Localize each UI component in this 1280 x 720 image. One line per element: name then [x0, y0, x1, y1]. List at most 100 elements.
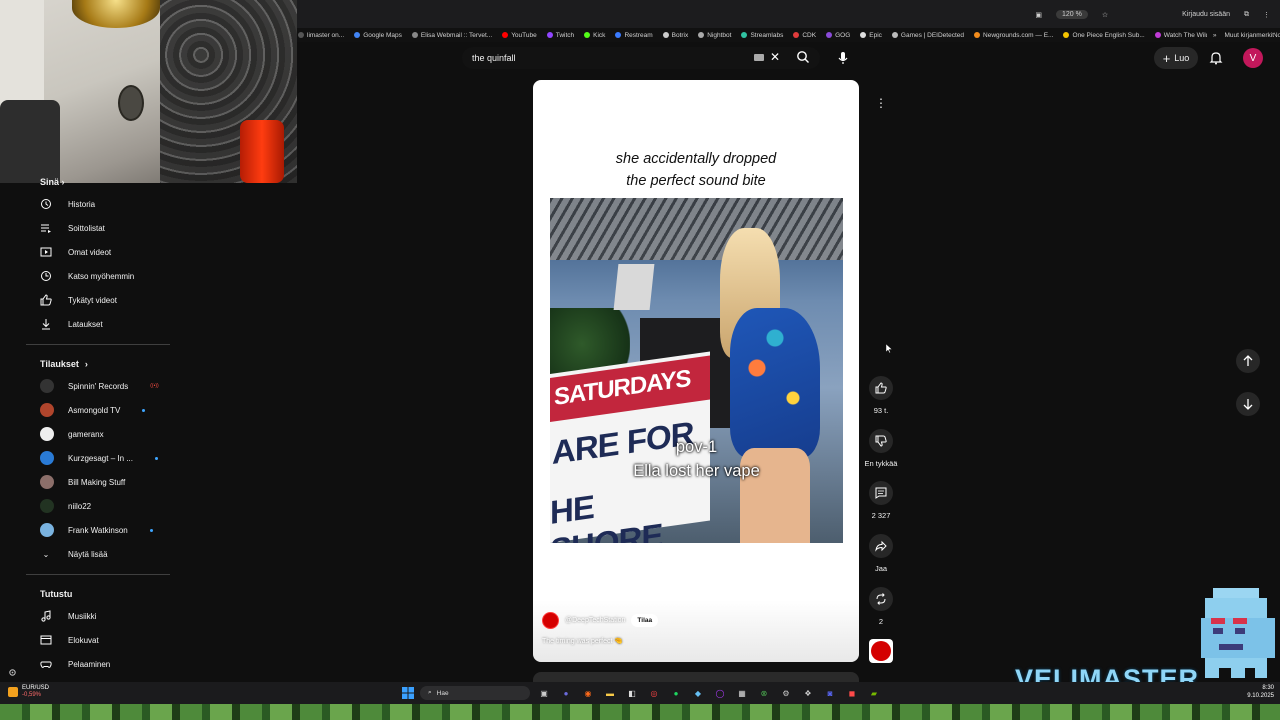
search-icon[interactable]: [796, 50, 810, 66]
sidebar-item[interactable]: Katso myöhemmin: [26, 264, 170, 288]
subscription-item[interactable]: Asmongold TV: [26, 398, 170, 422]
short-player[interactable]: she accidentally dropped the perfect sou…: [533, 80, 859, 662]
channel-row: @DeepTechStation Tilaa: [542, 612, 659, 629]
bookmark-item[interactable]: Restream: [615, 32, 653, 39]
task-view-icon[interactable]: ▣: [537, 686, 551, 700]
calculator-icon[interactable]: ▦: [735, 686, 749, 700]
steam-icon[interactable]: ◆: [691, 686, 705, 700]
bookmarks-overflow: » Muut kirjanmerkit: [1206, 28, 1274, 42]
subscription-item[interactable]: gameranx: [26, 422, 170, 446]
chevron-right-icon[interactable]: »: [1213, 32, 1217, 39]
channel-avatar[interactable]: [542, 612, 559, 629]
bookmark-item[interactable]: Games | DEIDetected: [891, 32, 964, 39]
bookmark-favicon-icon: [1063, 32, 1070, 38]
comments-button[interactable]: [869, 481, 893, 505]
next-short-button[interactable]: [1236, 392, 1260, 416]
subscription-item[interactable]: niilo22: [26, 494, 170, 518]
taskbar-search[interactable]: ⌕ Hae: [420, 686, 530, 700]
clear-search-icon[interactable]: ✕: [770, 50, 780, 64]
keyboard-icon[interactable]: [754, 54, 764, 61]
create-button[interactable]: + Luo: [1154, 47, 1198, 69]
bookmark-favicon-icon: [502, 32, 509, 38]
sidebar-item[interactable]: Musiikki: [26, 604, 170, 628]
bookmark-label: Elisa Webmail :: Tervet...: [420, 31, 493, 39]
sidebar-item[interactable]: Omat videot: [26, 240, 170, 264]
sidebar-item[interactable]: Historia: [26, 192, 170, 216]
discord-icon[interactable]: ◙: [823, 686, 837, 700]
bookmark-item[interactable]: GOG: [826, 32, 850, 39]
bookmark-item[interactable]: Google Maps: [354, 32, 402, 39]
sidebar-item[interactable]: Elokuvat: [26, 628, 170, 652]
sidebar-item[interactable]: Tykätyt videot: [26, 288, 170, 312]
sidebar-item-label: Tykätyt videot: [68, 295, 117, 305]
video-frame[interactable]: SATURDAYS ARE FOR HE SHORE pov-1 Ella lo…: [550, 198, 843, 543]
subscription-item[interactable]: Frank Watkinson: [26, 518, 170, 542]
firefox-icon[interactable]: ◉: [581, 686, 595, 700]
extension-icon[interactable]: ▣: [1035, 11, 1042, 19]
notifications-button[interactable]: [1209, 50, 1223, 70]
xbox-icon[interactable]: ⊗: [757, 686, 771, 700]
cam-shelf: [0, 0, 44, 110]
widgets-button[interactable]: EUR/USD -0,59%: [8, 685, 49, 699]
bookmark-star-icon[interactable]: ☆: [1102, 11, 1108, 19]
sidebar-item[interactable]: Soittolistat: [26, 216, 170, 240]
subscribe-button[interactable]: Tilaa: [631, 614, 659, 627]
other-bookmarks[interactable]: Muut kirjanmerkit: [1225, 32, 1274, 39]
bookmark-item[interactable]: limaster on...: [298, 32, 344, 39]
previous-short-button[interactable]: [1236, 349, 1260, 373]
channel-avatar: [40, 427, 54, 441]
sidebar-item[interactable]: Pelaaminen: [26, 652, 170, 676]
sound-thumbnail[interactable]: [869, 639, 893, 663]
chrome-icon[interactable]: ◎: [647, 686, 661, 700]
share-button[interactable]: [869, 534, 893, 558]
nvidia-icon[interactable]: ▰: [867, 686, 881, 700]
subscription-item[interactable]: Bill Making Stuff: [26, 470, 170, 494]
search-input[interactable]: the quinfall ✕: [462, 47, 820, 69]
file-explorer-icon[interactable]: ▬: [603, 686, 617, 700]
more-options-button[interactable]: ⋮: [869, 91, 893, 115]
bookmark-item[interactable]: YouTube: [502, 32, 537, 39]
subscription-item[interactable]: Spinnin' Records ((•)): [26, 374, 170, 398]
remix-button[interactable]: [869, 587, 893, 611]
account-avatar[interactable]: V: [1243, 48, 1263, 68]
bookmark-item[interactable]: Newgrounds.com — E...: [974, 32, 1053, 39]
bookmark-item[interactable]: Twitch: [546, 32, 574, 39]
apps-icon[interactable]: ❖: [801, 686, 815, 700]
zoom-badge[interactable]: 120 %: [1055, 10, 1088, 19]
streamdeck-icon[interactable]: ◼: [845, 686, 859, 700]
bookmark-item[interactable]: Streamlabs: [741, 32, 783, 39]
bookmark-item[interactable]: One Piece English Sub...: [1063, 32, 1145, 39]
bookmark-item[interactable]: CDK: [793, 32, 816, 39]
show-more-button[interactable]: ⌄ Näytä lisää: [26, 542, 170, 566]
movies-icon: [40, 634, 52, 646]
sidebar-item[interactable]: Lataukset: [26, 312, 170, 336]
sidebar-item-label: Omat videot: [68, 247, 112, 257]
teams-icon[interactable]: ●: [559, 686, 573, 700]
dislike-button[interactable]: [869, 429, 893, 453]
system-clock[interactable]: 8:30 9.10.2025: [1247, 684, 1274, 700]
gear-icon[interactable]: [8, 664, 17, 682]
microphone-icon: [838, 52, 848, 64]
bookmark-item[interactable]: Elisa Webmail :: Tervet...: [411, 31, 493, 39]
like-button[interactable]: [869, 376, 893, 400]
voice-search-button[interactable]: [832, 47, 854, 69]
store-icon[interactable]: ◧: [625, 686, 639, 700]
mascot-ghost-icon: [1201, 588, 1275, 678]
subscription-item[interactable]: Kurzgesagt – In ...: [26, 446, 170, 470]
bookmark-item[interactable]: Nightbot: [698, 32, 731, 39]
menu-icon[interactable]: ⋮: [1263, 11, 1270, 19]
you-section-header[interactable]: Sinä ›: [26, 172, 170, 192]
more-vertical-icon: ⋮: [875, 96, 887, 110]
signin-button[interactable]: Kirjaudu sisään: [1182, 11, 1230, 18]
subscriptions-header[interactable]: Tilaukset ›: [26, 354, 170, 374]
windows-start-icon[interactable]: [402, 687, 414, 699]
spotify-icon[interactable]: ●: [669, 686, 683, 700]
bookmark-item[interactable]: Kick: [584, 32, 605, 39]
extensions-icon[interactable]: ⧉: [1244, 11, 1249, 19]
obs-icon[interactable]: ◯: [713, 686, 727, 700]
subscription-label: Frank Watkinson: [68, 525, 128, 535]
short-title[interactable]: The timing was perfect 🤏: [542, 637, 623, 645]
bookmark-item[interactable]: Botrix: [662, 32, 688, 39]
settings-icon[interactable]: ⚙: [779, 686, 793, 700]
channel-name[interactable]: @DeepTechStation: [565, 617, 625, 624]
